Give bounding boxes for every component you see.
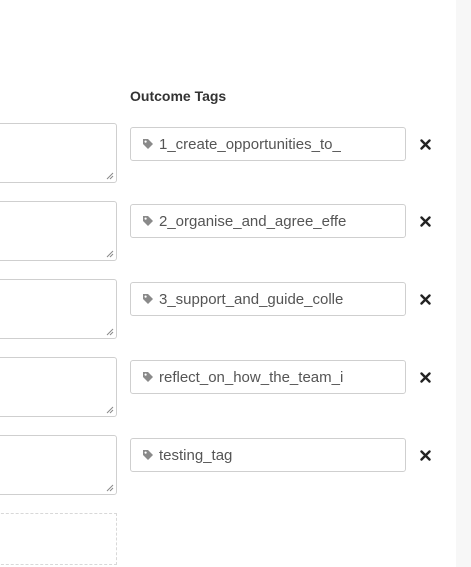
resize-grip-icon[interactable] [106, 172, 114, 180]
resize-grip-icon[interactable] [106, 250, 114, 258]
tag-icon [142, 215, 154, 227]
tag-icon [142, 293, 154, 305]
tag-label: 2_organise_and_agree_effe [159, 212, 347, 230]
tag-label: reflect_on_how_the_team_i [159, 368, 344, 386]
close-icon [419, 371, 431, 383]
tag-icon [142, 138, 154, 150]
resize-grip-icon[interactable] [106, 328, 114, 336]
tag-field[interactable]: 2_organise_and_agree_effe [130, 204, 406, 238]
remove-tag-button[interactable] [418, 370, 432, 384]
remove-tag-button[interactable] [418, 448, 432, 462]
resize-grip-icon[interactable] [106, 484, 114, 492]
tag-icon [142, 449, 154, 461]
tag-field[interactable]: reflect_on_how_the_team_i [130, 360, 406, 394]
outcome-tags-heading: Outcome Tags [130, 88, 227, 104]
notes-textarea[interactable] [0, 123, 117, 183]
outcome-tags-panel: Outcome Tags 1_create_opportunities_to_ … [0, 0, 471, 567]
close-icon [419, 138, 431, 150]
remove-tag-button[interactable] [418, 137, 432, 151]
tag-field[interactable]: testing_tag [130, 438, 406, 472]
tag-field[interactable]: 1_create_opportunities_to_ [130, 127, 406, 161]
tag-label: testing_tag [159, 446, 233, 464]
right-edge-strip [456, 0, 471, 567]
tag-label: 3_support_and_guide_colle [159, 290, 344, 308]
empty-drop-zone[interactable] [0, 513, 117, 565]
remove-tag-button[interactable] [418, 214, 432, 228]
notes-textarea[interactable] [0, 357, 117, 417]
tag-label: 1_create_opportunities_to_ [159, 135, 341, 153]
notes-textarea[interactable] [0, 279, 117, 339]
close-icon [419, 449, 431, 461]
tag-field[interactable]: 3_support_and_guide_colle [130, 282, 406, 316]
tag-icon [142, 371, 154, 383]
close-icon [419, 293, 431, 305]
notes-textarea[interactable] [0, 201, 117, 261]
remove-tag-button[interactable] [418, 292, 432, 306]
resize-grip-icon[interactable] [106, 406, 114, 414]
close-icon [419, 215, 431, 227]
notes-textarea[interactable] [0, 435, 117, 495]
